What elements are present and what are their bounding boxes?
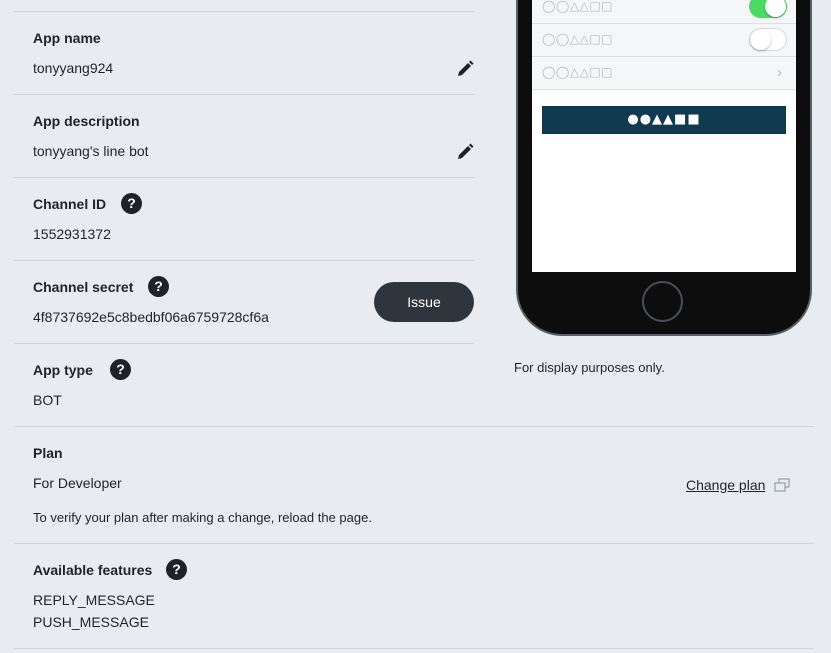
- preview-row: ◯◯△△□□: [532, 0, 796, 24]
- divider: [14, 260, 474, 261]
- preview-button: ●●▲▲■■: [542, 106, 786, 134]
- divider: [14, 177, 474, 178]
- feature-item: REPLY_MESSAGE: [33, 592, 155, 608]
- help-icon[interactable]: ?: [148, 276, 169, 297]
- toggle-on: [749, 0, 787, 18]
- feature-item: PUSH_MESSAGE: [33, 614, 149, 630]
- channel-secret-label: Channel secret: [33, 279, 134, 295]
- app-name-label: App name: [33, 30, 101, 46]
- channel-secret-value: 4f8737692e5c8bedbf06a6759728cf6a: [33, 309, 269, 325]
- divider: [14, 11, 474, 12]
- preview-row-text: ◯◯△△□□: [542, 65, 613, 79]
- home-button: [642, 281, 683, 322]
- preview-row: ◯◯△△□□: [532, 24, 796, 57]
- external-link-icon: [774, 478, 790, 492]
- app-name-value: tonyyang924: [33, 60, 114, 76]
- pencil-icon[interactable]: [455, 142, 475, 162]
- divider: [14, 343, 474, 344]
- divider: [14, 426, 814, 427]
- help-icon[interactable]: ?: [166, 559, 187, 580]
- plan-note: To verify your plan after making a chang…: [33, 510, 372, 525]
- divider: [14, 648, 814, 649]
- plan-label: Plan: [33, 445, 63, 461]
- help-icon[interactable]: ?: [110, 359, 131, 380]
- preview-row-text: ◯◯△△□□: [542, 0, 613, 13]
- divider: [14, 94, 474, 95]
- preview-row: ◯◯△△□□ ›: [532, 57, 796, 90]
- preview-row-text: ◯◯△△□□: [542, 32, 613, 46]
- app-type-value: BOT: [33, 392, 62, 408]
- pencil-icon[interactable]: [455, 59, 475, 79]
- chevron-right-icon: ›: [777, 64, 782, 81]
- app-description-value: tonyyang's line bot: [33, 143, 149, 159]
- channel-id-value: 1552931372: [33, 226, 111, 242]
- display-note: For display purposes only.: [514, 360, 665, 375]
- toggle-off: [749, 28, 787, 51]
- divider: [14, 543, 814, 544]
- change-plan-link[interactable]: Change plan: [686, 477, 765, 493]
- channel-id-label: Channel ID: [33, 196, 107, 212]
- plan-value: For Developer: [33, 475, 122, 491]
- app-type-label: App type: [33, 362, 93, 378]
- available-features-label: Available features: [33, 562, 153, 578]
- help-icon[interactable]: ?: [121, 193, 142, 214]
- issue-button[interactable]: Issue: [374, 282, 474, 322]
- app-description-label: App description: [33, 113, 140, 129]
